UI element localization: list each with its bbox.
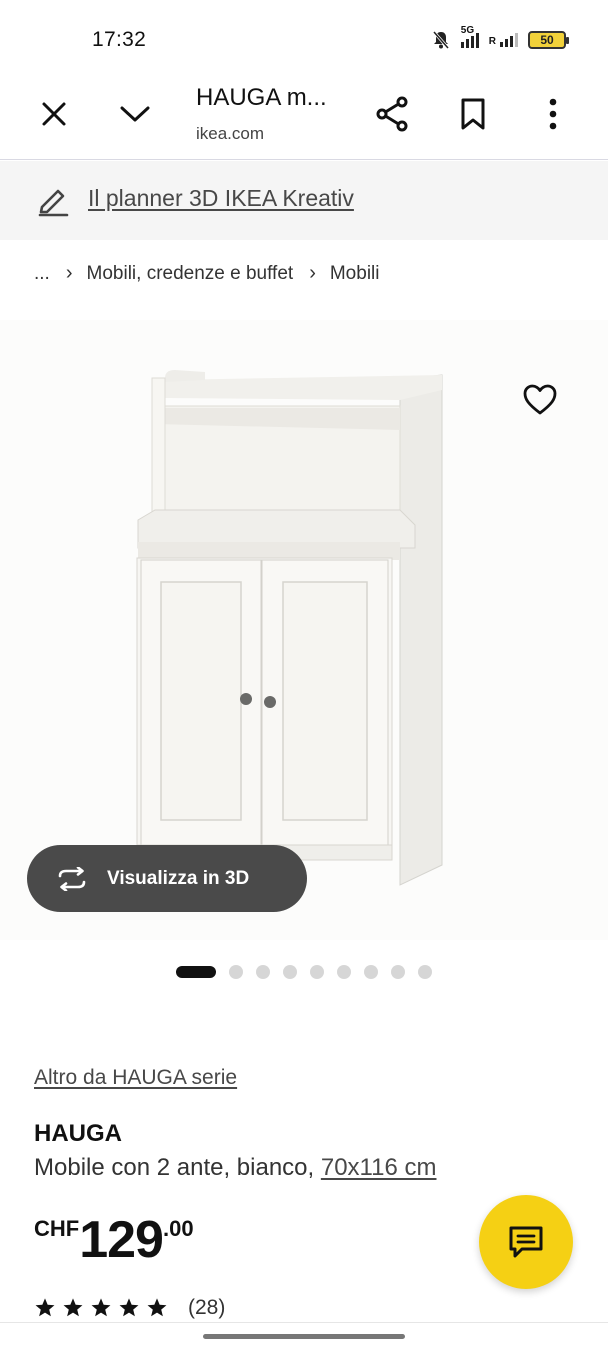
status-bar: 17:32 5G R 50	[0, 0, 608, 72]
close-button[interactable]	[32, 92, 76, 136]
breadcrumb-ellipsis[interactable]: ...	[34, 263, 50, 285]
chevron-right-icon: ›	[309, 262, 316, 284]
share-button[interactable]	[370, 92, 414, 136]
carousel-indicator[interactable]	[176, 965, 432, 979]
carousel-dot[interactable]	[310, 965, 324, 979]
breadcrumb-item[interactable]: Mobili, credenze e buffet	[87, 263, 294, 285]
share-icon	[376, 96, 408, 132]
carousel-dot[interactable]	[418, 965, 432, 979]
star-icon	[63, 1298, 83, 1317]
chat-button[interactable]	[479, 1195, 573, 1289]
more-options-button[interactable]	[531, 92, 575, 136]
page-url: ikea.com	[196, 124, 265, 143]
carousel-dot[interactable]	[229, 965, 243, 979]
product-size-link[interactable]: 70x116 cm	[321, 1154, 437, 1181]
heart-icon[interactable]	[522, 382, 558, 418]
status-time: 17:32	[92, 28, 147, 51]
star-icon	[147, 1298, 167, 1317]
breadcrumb: ... › Mobili, credenze e buffet › Mobili	[34, 262, 379, 285]
nav-divider	[0, 1322, 608, 1323]
battery-icon: 50	[528, 31, 569, 49]
price-currency: CHF	[34, 1216, 80, 1241]
price-integer: 129	[79, 1211, 164, 1269]
view-3d-button[interactable]: Visualizza in 3D	[27, 845, 307, 912]
chevron-down-icon	[120, 106, 150, 122]
network-type: 5G	[460, 24, 475, 36]
status-icons: 5G R 50	[431, 25, 569, 50]
pencil-icon	[38, 189, 69, 217]
mute-bell-icon	[432, 31, 449, 49]
close-icon	[42, 102, 66, 126]
planner-banner[interactable]: Il planner 3D IKEA Kreativ	[0, 161, 608, 240]
bookmark-button[interactable]	[451, 92, 495, 136]
breadcrumb-item[interactable]: Mobili	[330, 263, 380, 285]
star-icon	[119, 1298, 139, 1317]
chat-icon	[509, 1226, 543, 1258]
series-link[interactable]: Altro da HAUGA serie	[34, 1066, 237, 1090]
star-icon	[35, 1298, 55, 1317]
star-icon	[91, 1298, 111, 1317]
carousel-dot[interactable]	[391, 965, 405, 979]
signal-roaming-icon: R	[489, 33, 518, 47]
price-decimals: .00	[162, 1216, 194, 1241]
view-3d-label: Visualizza in 3D	[107, 867, 250, 889]
product-description: Mobile con 2 ante, bianco, 70x116 cm	[34, 1154, 436, 1182]
signal-5g-icon: 5G	[460, 25, 479, 48]
battery-level: 50	[540, 33, 554, 47]
bookmark-icon	[461, 98, 485, 130]
more-vert-icon	[549, 98, 557, 130]
rotate-3d-icon	[58, 866, 86, 891]
carousel-dot[interactable]	[283, 965, 297, 979]
carousel-dot[interactable]	[256, 965, 270, 979]
carousel-dot[interactable]	[337, 965, 351, 979]
browser-toolbar: HAUGA m... ikea.com	[0, 72, 608, 160]
product-price: CHF 129 .00	[34, 1212, 194, 1268]
carousel-dot-active[interactable]	[176, 966, 216, 978]
carousel-dot[interactable]	[364, 965, 378, 979]
minimize-button[interactable]	[113, 92, 157, 136]
chevron-right-icon: ›	[65, 262, 73, 284]
page-title: HAUGA m...	[196, 84, 327, 111]
planner-link[interactable]: Il planner 3D IKEA Kreativ	[88, 185, 354, 212]
product-description-text: Mobile con 2 ante, bianco,	[34, 1154, 321, 1181]
product-name: HAUGA	[34, 1120, 122, 1147]
gesture-bar[interactable]	[203, 1334, 405, 1339]
rating-count: (28)	[188, 1296, 226, 1319]
roaming-indicator: R	[488, 36, 496, 47]
product-rating[interactable]: (28)	[34, 1296, 225, 1320]
